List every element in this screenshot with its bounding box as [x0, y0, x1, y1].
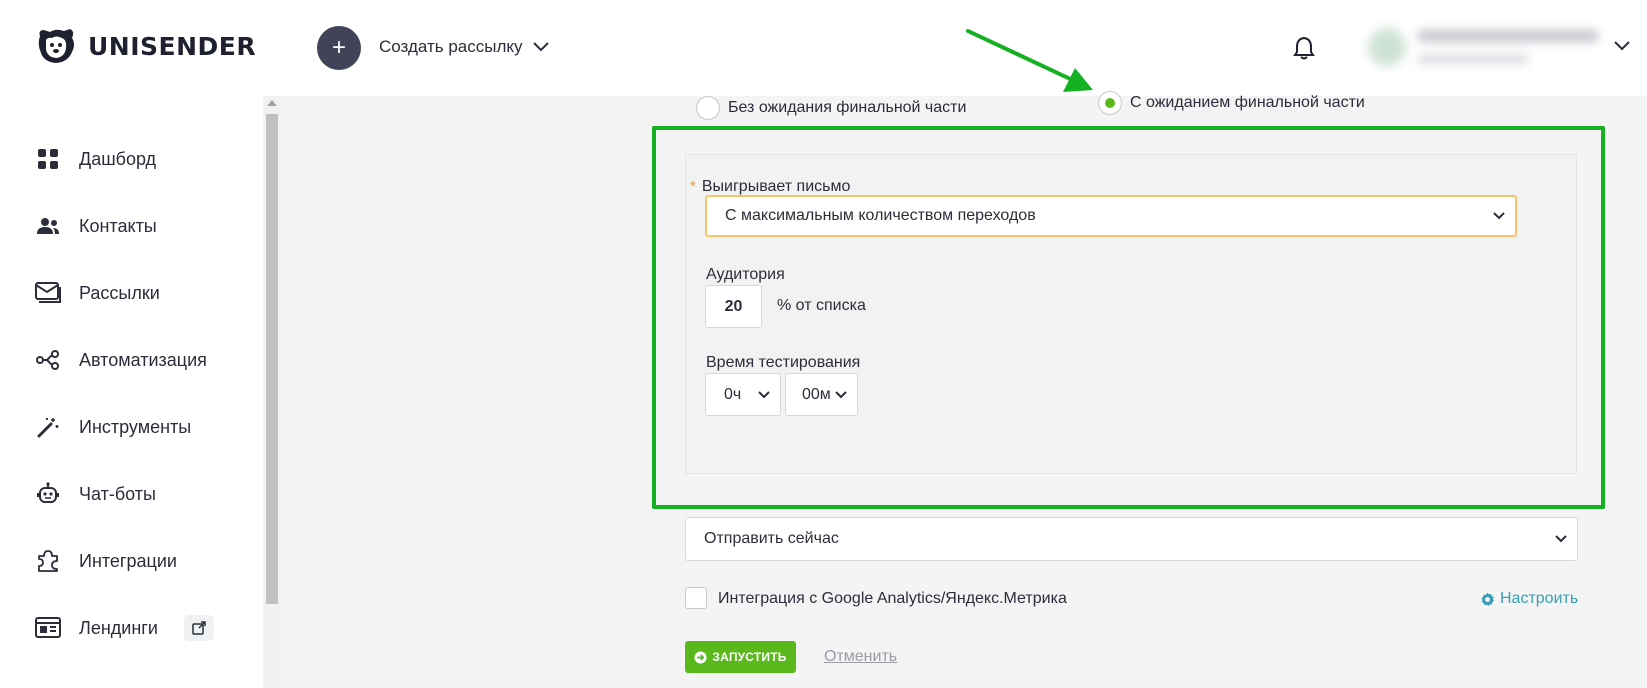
sidebar-item-label: Интеграции [79, 550, 177, 571]
test-hours-select[interactable]: 0ч [705, 373, 781, 416]
test-minutes-select[interactable]: 00м [785, 373, 858, 416]
scrollbar-thumb[interactable] [266, 114, 278, 604]
sidebar-item-tools[interactable]: Инструменты [35, 414, 191, 440]
chevron-down-icon [758, 390, 770, 398]
audience-percent-input[interactable]: 20 [705, 285, 762, 328]
user-plan-blurred [1418, 54, 1528, 64]
annotation-arrow-icon [966, 29, 1093, 92]
radio-button[interactable] [696, 96, 720, 120]
sidebar-item-chatbots[interactable]: Чат-боты [35, 481, 156, 507]
winner-select-value: С максимальным количеством переходов [725, 207, 1036, 224]
external-link-icon[interactable] [183, 615, 214, 641]
hours-value: 0ч [724, 385, 742, 403]
audience-suffix: % от списка [777, 297, 866, 314]
required-mark: * [690, 178, 696, 195]
launch-label: ЗАПУСТИТЬ [712, 650, 787, 664]
puzzle-icon [35, 548, 61, 574]
chevron-down-icon[interactable] [1612, 36, 1632, 56]
radio-label: Без ожидания финальной части [728, 99, 967, 116]
audience-value: 20 [724, 297, 743, 315]
radio-no-wait-final[interactable]: Без ожидания финальной части [696, 96, 966, 120]
robot-icon [35, 481, 61, 507]
user-email-blurred [1418, 30, 1598, 42]
winner-field-label: * Выигрывает письмо [690, 178, 850, 196]
sidebar-item-integrations[interactable]: Интеграции [35, 548, 177, 574]
dog-logo-icon [38, 29, 74, 63]
plus-icon: + [331, 34, 346, 61]
mail-stack-icon [35, 280, 61, 306]
sidebar-item-label: Дашборд [79, 148, 157, 169]
dashboard-grid-icon [35, 146, 61, 172]
analytics-label: Интеграция с Google Analytics/Яндекс.Мет… [718, 590, 1067, 607]
chevron-down-icon [835, 390, 847, 398]
minutes-value: 00м [802, 385, 831, 403]
send-schedule-select[interactable]: Отправить сейчас [685, 517, 1578, 561]
sidebar-item-campaigns[interactable]: Рассылки [35, 280, 160, 306]
winner-select[interactable]: С максимальным количеством переходов [705, 195, 1517, 237]
sidebar-item-automation[interactable]: Автоматизация [35, 347, 207, 373]
sidebar-item-dashboard[interactable]: Дашборд [35, 146, 156, 172]
magic-wand-icon [35, 414, 61, 440]
sidebar-item-landings[interactable]: Лендинги [35, 615, 214, 641]
sidebar-item-label: Лендинги [79, 617, 158, 638]
test-time-label: Время тестирования [706, 354, 861, 371]
cancel-link[interactable]: Отменить [824, 648, 897, 666]
configure-analytics-link[interactable]: Настроить [1480, 590, 1578, 608]
avatar [1368, 28, 1406, 66]
gear-icon [1481, 591, 1495, 606]
sidebar-scrollbar[interactable] [263, 96, 281, 688]
sidebar: Дашборд Контакты Рассылки Автоматизация … [0, 96, 263, 688]
sidebar-item-label: Автоматизация [79, 349, 207, 370]
winner-label: Выигрывает письмо [701, 178, 851, 195]
audience-label: Аудитория [706, 266, 785, 283]
sidebar-item-label: Чат-боты [79, 483, 156, 504]
sidebar-item-label: Контакты [79, 215, 157, 236]
sidebar-item-contacts[interactable]: Контакты [35, 213, 157, 239]
main-content: Без ожидания финальной части С ожиданием… [281, 91, 1647, 688]
sidebar-item-label: Рассылки [79, 282, 160, 303]
configure-label: Настроить [1500, 590, 1579, 607]
chevron-down-icon [1493, 212, 1505, 220]
create-campaign-label: Создать рассылку [379, 37, 523, 56]
create-campaign-dropdown[interactable]: Создать рассылку [379, 37, 549, 57]
scroll-up-arrow-icon[interactable] [267, 100, 277, 106]
share-nodes-icon [35, 347, 61, 373]
arrow-circle-right-icon [694, 650, 707, 664]
people-icon [35, 213, 61, 239]
ab-test-settings-panel: * Выигрывает письмо С максимальным количе… [685, 154, 1577, 474]
analytics-checkbox[interactable] [685, 587, 707, 609]
brand-name: UNISENDER [88, 31, 257, 61]
create-campaign-plus-button[interactable]: + [317, 26, 361, 70]
landing-page-icon [35, 615, 61, 641]
radio-label: С ожиданием финальной части [1130, 94, 1365, 111]
brand-logo[interactable]: UNISENDER [34, 26, 256, 66]
radio-selected-dot [1105, 98, 1115, 108]
send-schedule-value: Отправить сейчас [704, 530, 839, 547]
chevron-down-icon [1555, 535, 1567, 543]
radio-wait-final[interactable]: С ожиданием финальной части [1098, 91, 1365, 115]
launch-button[interactable]: ЗАПУСТИТЬ [685, 641, 796, 673]
chevron-down-icon [532, 42, 549, 52]
user-account-block[interactable] [1360, 14, 1612, 80]
bell-icon[interactable] [1293, 36, 1315, 60]
sidebar-item-label: Инструменты [79, 416, 192, 437]
